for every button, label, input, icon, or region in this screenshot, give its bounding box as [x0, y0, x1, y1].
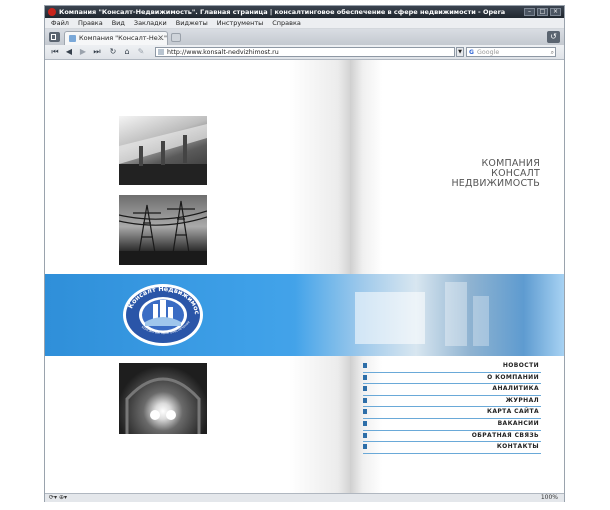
address-toolbar: ⏮ ◀ ▶ ⏭ ↻ ⌂ ✎ http://www.konsalt-nedvizh…	[45, 45, 564, 60]
menu-tools[interactable]: Инструменты	[217, 19, 264, 27]
nav-item-vacancies[interactable]: ВАКАНСИИ	[363, 419, 541, 431]
reload-icon[interactable]: ↻	[107, 47, 119, 57]
menu-widgets[interactable]: Виджеты	[176, 19, 208, 27]
banner-building-photo	[295, 274, 564, 356]
nav-label: О КОМПАНИИ	[487, 373, 539, 381]
page-viewport: Консалт Недвижимость консалтинговое обес…	[45, 60, 564, 493]
google-icon: G	[469, 49, 474, 56]
nav-bullet-icon	[363, 397, 367, 403]
banner-tower-shape	[445, 282, 467, 346]
menu-file[interactable]: Файл	[51, 19, 69, 27]
rewind-icon[interactable]: ⏮	[49, 47, 61, 57]
window-title: Компания "Консалт-Недвижимость". Главная…	[59, 8, 506, 16]
site-icon	[158, 49, 164, 55]
nav-item-sitemap[interactable]: КАРТА САЙТА	[363, 407, 541, 419]
opera-icon	[48, 8, 56, 16]
search-go-icon[interactable]: ⌕	[551, 48, 554, 57]
photo-building-roof	[119, 116, 207, 185]
panels-toggle-icon[interactable]	[49, 32, 60, 42]
menu-bar: Файл Правка Вид Закладки Виджеты Инструм…	[45, 18, 564, 29]
back-icon[interactable]: ◀	[63, 47, 75, 57]
status-bar: ⟳▾ ⊕▾ 100%	[45, 493, 564, 502]
nav-label: КОНТАКТЫ	[496, 443, 539, 451]
forward-icon[interactable]: ▶	[77, 47, 89, 57]
nav-label: АНАЛИТИКА	[492, 385, 539, 393]
nav-bullet-icon	[363, 432, 367, 438]
close-window-button[interactable]: ×	[550, 8, 561, 16]
nav-label: ВАКАНСИИ	[497, 419, 539, 427]
closed-tabs-icon[interactable]: ↺	[547, 31, 560, 43]
tab-bar: Компания "Консалт-Не..." × ↺	[45, 29, 564, 46]
photo-power-lines	[119, 195, 207, 265]
address-input[interactable]: http://www.konsalt-nedvizhimost.ru	[155, 47, 455, 57]
site-nav-menu: НОВОСТИ О КОМПАНИИ АНАЛИТИКА ЖУРНАЛ КАРТ…	[363, 361, 541, 454]
fast-forward-icon[interactable]: ⏭	[91, 47, 103, 57]
nav-bullet-icon	[363, 386, 367, 392]
nav-bullet-icon	[363, 363, 367, 368]
tab-active[interactable]: Компания "Консалт-Не..." ×	[64, 31, 168, 45]
nav-item-news[interactable]: НОВОСТИ	[363, 361, 541, 373]
nav-bullet-icon	[363, 420, 367, 426]
page-favicon-icon	[69, 35, 76, 42]
tab-close-icon[interactable]: ×	[157, 33, 164, 42]
banner-building-shape	[355, 292, 425, 344]
address-text: http://www.konsalt-nedvizhimost.ru	[167, 49, 279, 56]
home-icon[interactable]: ⌂	[121, 47, 133, 57]
edit-site-prefs-icon[interactable]: ✎	[135, 47, 147, 57]
window-controls: – □ ×	[524, 8, 561, 16]
nav-item-contacts[interactable]: КОНТАКТЫ	[363, 442, 541, 454]
search-input[interactable]: G Google ⌕	[466, 47, 556, 57]
nav-label: КАРТА САЙТА	[487, 408, 539, 416]
tab-title: Компания "Консалт-Не..."	[79, 34, 167, 42]
banner-tower-shape-2	[473, 296, 489, 346]
maximize-button[interactable]: □	[537, 8, 548, 16]
browser-window: Компания "Консалт-Недвижимость". Главная…	[44, 5, 565, 502]
nav-label: ОБРАТНАЯ СВЯЗЬ	[471, 431, 539, 439]
minimize-button[interactable]: –	[524, 8, 535, 16]
title-bar: Компания "Консалт-Недвижимость". Главная…	[45, 6, 564, 18]
status-bar-tools[interactable]: ⟳▾ ⊕▾	[49, 494, 67, 502]
zoom-level[interactable]: 100%	[541, 494, 558, 502]
nav-bullet-icon	[363, 374, 367, 380]
nav-bullet-icon	[363, 409, 367, 415]
menu-edit[interactable]: Правка	[78, 19, 103, 27]
menu-help[interactable]: Справка	[272, 19, 301, 27]
new-tab-button[interactable]	[171, 33, 181, 42]
nav-item-about[interactable]: О КОМПАНИИ	[363, 373, 541, 385]
company-name-line-3: НЕДВИЖИМОСТЬ	[451, 178, 540, 189]
menu-bookmarks[interactable]: Закладки	[134, 19, 167, 27]
menu-view[interactable]: Вид	[112, 19, 125, 27]
nav-item-feedback[interactable]: ОБРАТНАЯ СВЯЗЬ	[363, 431, 541, 443]
company-logo[interactable]: Консалт Недвижимость консалтинговое обес…	[119, 276, 205, 348]
nav-item-journal[interactable]: ЖУРНАЛ	[363, 396, 541, 408]
address-dropdown-button[interactable]: ▼	[456, 47, 464, 57]
nav-label: НОВОСТИ	[502, 362, 539, 369]
nav-bullet-icon	[363, 444, 367, 450]
photo-tunnel	[119, 363, 207, 434]
company-name-heading: КОМПАНИЯ КОНСАЛТ НЕДВИЖИМОСТЬ	[390, 159, 540, 189]
nav-item-analytics[interactable]: АНАЛИТИКА	[363, 384, 541, 396]
nav-label: ЖУРНАЛ	[505, 396, 539, 404]
search-placeholder: Google	[477, 49, 500, 56]
